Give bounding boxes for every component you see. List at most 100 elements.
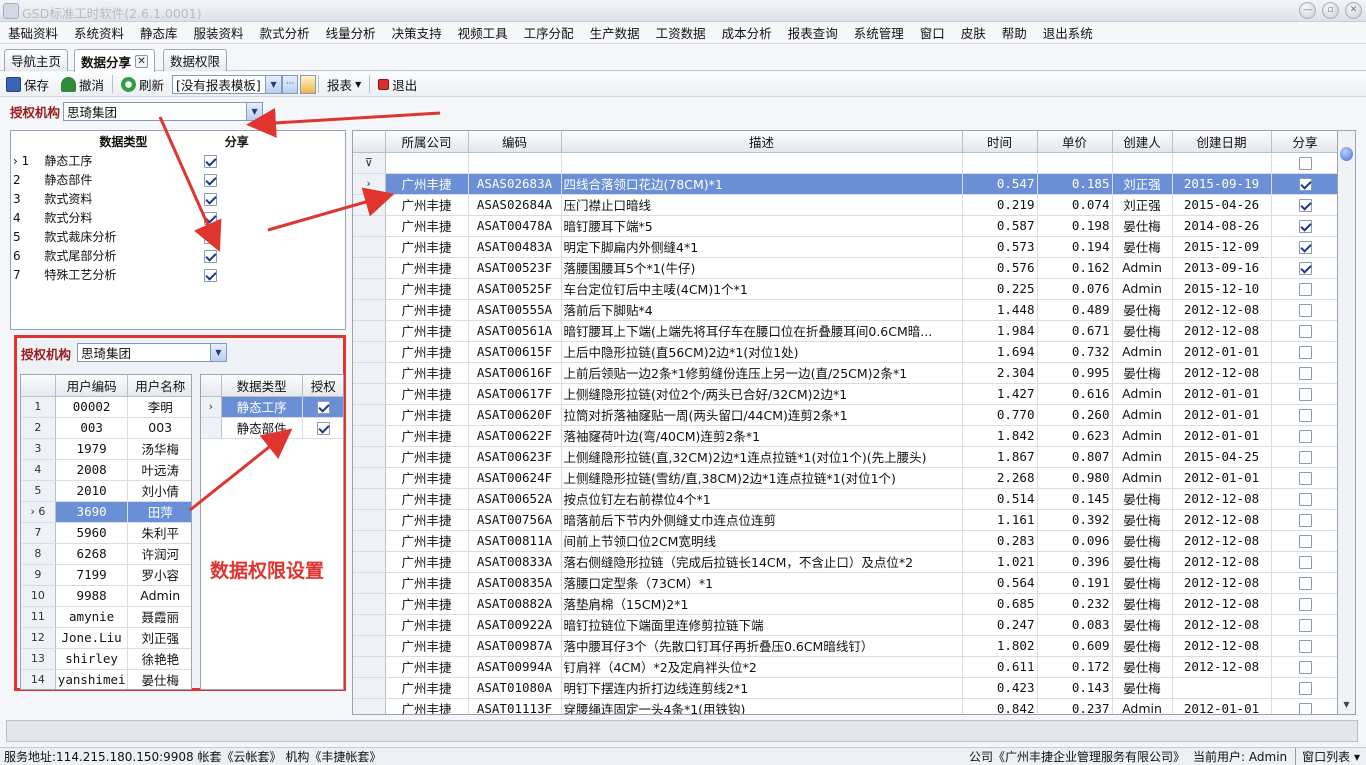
share-cell[interactable] [1271, 509, 1337, 531]
company-cell[interactable]: 广州丰捷 [385, 278, 469, 300]
table-row[interactable]: 广州丰捷 ASAT00483A 明定下脚扁内外侧缝4*1 0.573 0.194 晏仕梅 2… [353, 236, 1337, 258]
created-date-cell[interactable]: 2012-12-08 [1172, 530, 1272, 552]
data-type-cell[interactable]: 款式裁床分析 [44, 228, 202, 245]
company-cell[interactable]: 广州丰捷 [385, 446, 469, 468]
code-cell[interactable]: ASAT00555A [468, 299, 562, 321]
table-row[interactable]: 广州丰捷 ASAT00756A 暗落前后下节内外侧缝丈巾连点位连剪 1.161 0.39… [353, 509, 1337, 531]
menu-item[interactable]: 成本分析 [714, 23, 780, 42]
time-cell[interactable]: 0.225 [962, 278, 1038, 300]
description-cell[interactable]: 落袖窿荷叶边(弯/40CM)连剪2条*1 [561, 425, 963, 447]
description-cell[interactable]: 暗落前后下节内外侧缝丈巾连点位连剪 [561, 509, 963, 531]
company-cell[interactable]: 广州丰捷 [385, 194, 469, 216]
table-row[interactable]: 广州丰捷 ASAT01113F 穿腰绳连固定一头4条*1(用铁钩) 0.842 0.23… [353, 698, 1337, 714]
menu-item[interactable]: 报表查询 [780, 23, 846, 42]
user-code-cell[interactable]: 5960 [55, 522, 129, 544]
user-code-cell[interactable]: 1979 [55, 438, 129, 460]
exit-button[interactable]: 退出 [372, 74, 423, 95]
created-date-cell[interactable]: 2012-12-08 [1172, 509, 1272, 531]
time-cell[interactable]: 0.842 [962, 698, 1038, 714]
filter-checkbox[interactable] [1298, 157, 1312, 170]
column-header[interactable]: 分享 [204, 133, 269, 150]
price-cell[interactable]: 0.143 [1037, 677, 1113, 699]
creator-cell[interactable]: 晏仕梅 [1112, 614, 1173, 636]
created-date-cell[interactable]: 2015-04-26 [1172, 194, 1272, 216]
created-date-cell[interactable]: 2012-12-08 [1172, 614, 1272, 636]
menu-item[interactable]: 窗口 [912, 23, 953, 42]
description-cell[interactable]: 穿腰绳连固定一头4条*1(用铁钩) [561, 698, 963, 714]
price-cell[interactable]: 0.616 [1037, 383, 1113, 405]
company-cell[interactable]: 广州丰捷 [385, 698, 469, 714]
table-row[interactable]: 12 Jone.Liu 刘正强 [21, 627, 191, 649]
created-date-cell[interactable]: 2012-01-01 [1172, 383, 1272, 405]
share-cell[interactable] [1271, 341, 1337, 363]
data-type-cell[interactable]: 静态部件 [44, 171, 202, 188]
code-cell[interactable]: ASAT00652A [468, 488, 562, 510]
menu-item[interactable]: 款式分析 [252, 23, 318, 42]
company-cell[interactable]: 广州丰捷 [385, 488, 469, 510]
column-header[interactable]: 用户编码 [55, 375, 129, 397]
company-cell[interactable]: 广州丰捷 [385, 383, 469, 405]
user-code-cell[interactable]: 003 [55, 417, 129, 439]
creator-cell[interactable]: 晏仕梅 [1112, 215, 1173, 237]
table-row[interactable]: 广州丰捷 ASAT00622F 落袖窿荷叶边(弯/40CM)连剪2条*1 1.842 0… [353, 425, 1337, 447]
description-cell[interactable]: 暗钉拉链位下端面里连修剪拉链下端 [561, 614, 963, 636]
user-name-cell[interactable]: 晏仕梅 [127, 669, 191, 689]
checkbox[interactable] [204, 192, 218, 206]
table-row[interactable]: 广州丰捷 ASAT00523F 落腰围腰耳5个*1(牛仔) 0.576 0.162 Adm… [353, 257, 1337, 279]
created-date-cell[interactable]: 2012-12-08 [1172, 572, 1272, 594]
share-cell[interactable] [1271, 467, 1337, 489]
creator-cell[interactable]: 晏仕梅 [1112, 677, 1173, 699]
time-cell[interactable]: 1.448 [962, 299, 1038, 321]
table-row[interactable]: 静态部件 [201, 417, 343, 439]
time-cell[interactable]: 0.547 [962, 173, 1038, 195]
column-header[interactable]: 所属公司 [385, 131, 469, 153]
checkbox[interactable] [1298, 640, 1312, 653]
time-cell[interactable]: 1.427 [962, 383, 1038, 405]
description-cell[interactable]: 落腰口定型条（73CM）*1 [561, 572, 963, 594]
user-code-cell[interactable]: amynie [55, 606, 129, 628]
created-date-cell[interactable]: 2012-12-08 [1172, 635, 1272, 657]
price-cell[interactable]: 0.198 [1037, 215, 1113, 237]
description-cell[interactable]: 拉筒对折落袖窿贴一周(两头留口/44CM)连剪2条*1 [561, 404, 963, 426]
menu-item[interactable]: 视频工具 [450, 23, 516, 42]
creator-cell[interactable]: Admin [1112, 341, 1173, 363]
created-date-cell[interactable]: 2012-01-01 [1172, 467, 1272, 489]
column-header[interactable]: 描述 [561, 131, 963, 153]
table-row[interactable]: 广州丰捷 ASAT00616F 上前后领贴一边2条*1修剪缝份连压上另一边(直/25… [353, 362, 1337, 384]
user-code-cell[interactable]: 3690 [55, 501, 129, 523]
code-cell[interactable]: ASAT00756A [468, 509, 562, 531]
column-header[interactable]: 创建日期 [1172, 131, 1272, 153]
code-cell[interactable]: ASAT00623F [468, 446, 562, 468]
time-cell[interactable]: 2.268 [962, 467, 1038, 489]
table-row[interactable]: 广州丰捷 ASAT00922A 暗钉拉链位下端面里连修剪拉链下端 0.247 0.083… [353, 614, 1337, 636]
description-cell[interactable]: 上侧缝隐形拉链(雪纺/直,38CM)2边*1连点拉链*1(对位1个) [561, 467, 963, 489]
user-name-cell[interactable]: 田萍 [127, 501, 191, 523]
creator-cell[interactable]: Admin [1112, 446, 1173, 468]
creator-cell[interactable]: 晏仕梅 [1112, 656, 1173, 678]
created-date-cell[interactable]: 2012-12-08 [1172, 299, 1272, 321]
description-cell[interactable]: 上前后领贴一边2条*1修剪缝份连压上另一边(直/25CM)2条*1 [561, 362, 963, 384]
menu-item[interactable]: 服装资料 [186, 23, 252, 42]
code-cell[interactable]: ASAS02684A [468, 194, 562, 216]
menu-item[interactable]: 静态库 [132, 23, 186, 42]
creator-cell[interactable]: Admin [1112, 404, 1173, 426]
share-cell[interactable] [1271, 215, 1337, 237]
checkbox[interactable] [204, 154, 218, 168]
code-cell[interactable]: ASAT01113F [468, 698, 562, 714]
code-cell[interactable]: ASAT01080A [468, 677, 562, 699]
creator-cell[interactable]: Admin [1112, 425, 1173, 447]
data-type-cell[interactable]: 款式分料 [44, 209, 202, 226]
vertical-scrollbar[interactable]: ▼ [1338, 130, 1356, 715]
maximize-button[interactable]: ▫ [1322, 2, 1339, 19]
data-type-cell[interactable]: 静态工序 [44, 152, 202, 169]
company-cell[interactable]: 广州丰捷 [385, 551, 469, 573]
code-cell[interactable]: ASAT00561A [468, 320, 562, 342]
user-code-cell[interactable]: 2010 [55, 480, 129, 502]
table-row[interactable]: 14 yanshimei 晏仕梅 [21, 669, 191, 689]
data-type-cell[interactable]: 款式尾部分析 [44, 247, 202, 264]
checkbox[interactable] [204, 268, 218, 282]
table-row[interactable]: 广州丰捷 ASAT00652A 按点位钉左右前襟位4个*1 0.514 0.145 晏仕梅… [353, 488, 1337, 510]
auth-type-cell[interactable]: 静态工序 [221, 396, 303, 418]
time-cell[interactable]: 1.842 [962, 425, 1038, 447]
share-cell[interactable] [204, 152, 269, 169]
